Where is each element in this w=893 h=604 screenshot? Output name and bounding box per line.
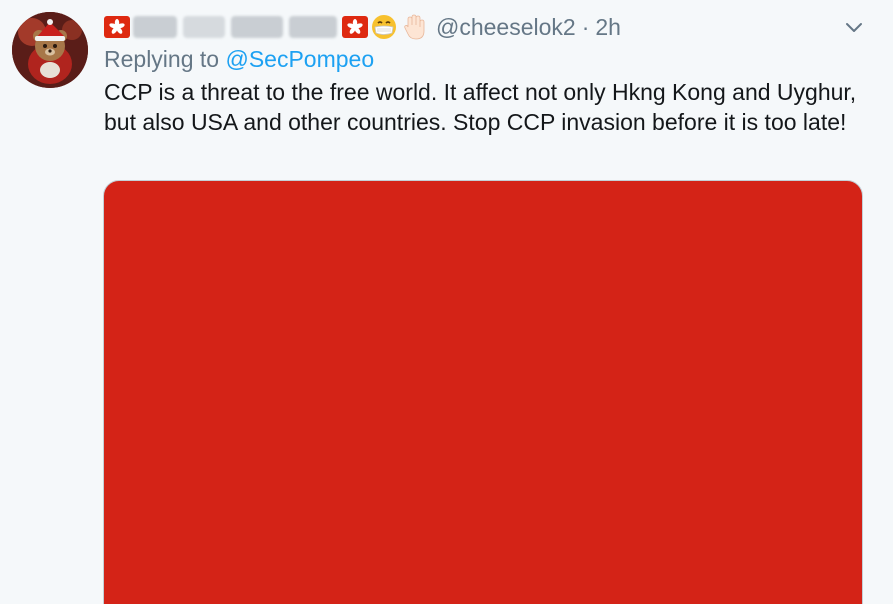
display-name-redacted[interactable] (231, 16, 283, 38)
display-name-redacted[interactable] (133, 16, 177, 38)
replying-prefix: Replying to (104, 46, 226, 72)
display-name-redacted[interactable] (289, 16, 337, 38)
timestamp[interactable]: 2h (595, 14, 621, 41)
header-separator: · (581, 13, 590, 40)
user-handle[interactable]: @cheeselok2 (436, 14, 576, 41)
tweet-media-image[interactable] (103, 180, 863, 604)
tweet[interactable]: @cheeselok2 · 2h Replying to @SecPompeo … (0, 0, 893, 604)
tweet-text: CCP is a threat to the free world. It af… (104, 79, 857, 135)
tweet-header: @cheeselok2 · 2h (104, 12, 621, 42)
avatar[interactable] (12, 12, 88, 88)
display-name-redacted[interactable] (183, 16, 225, 38)
chevron-down-icon[interactable] (843, 16, 865, 38)
hong-kong-flag-icon (342, 16, 368, 38)
reply-mention-link[interactable]: @SecPompeo (225, 46, 374, 72)
raised-hand-icon (400, 13, 428, 41)
hong-kong-flag-icon (104, 16, 130, 38)
replying-to: Replying to @SecPompeo (104, 46, 374, 73)
mask-face-icon (370, 13, 398, 41)
